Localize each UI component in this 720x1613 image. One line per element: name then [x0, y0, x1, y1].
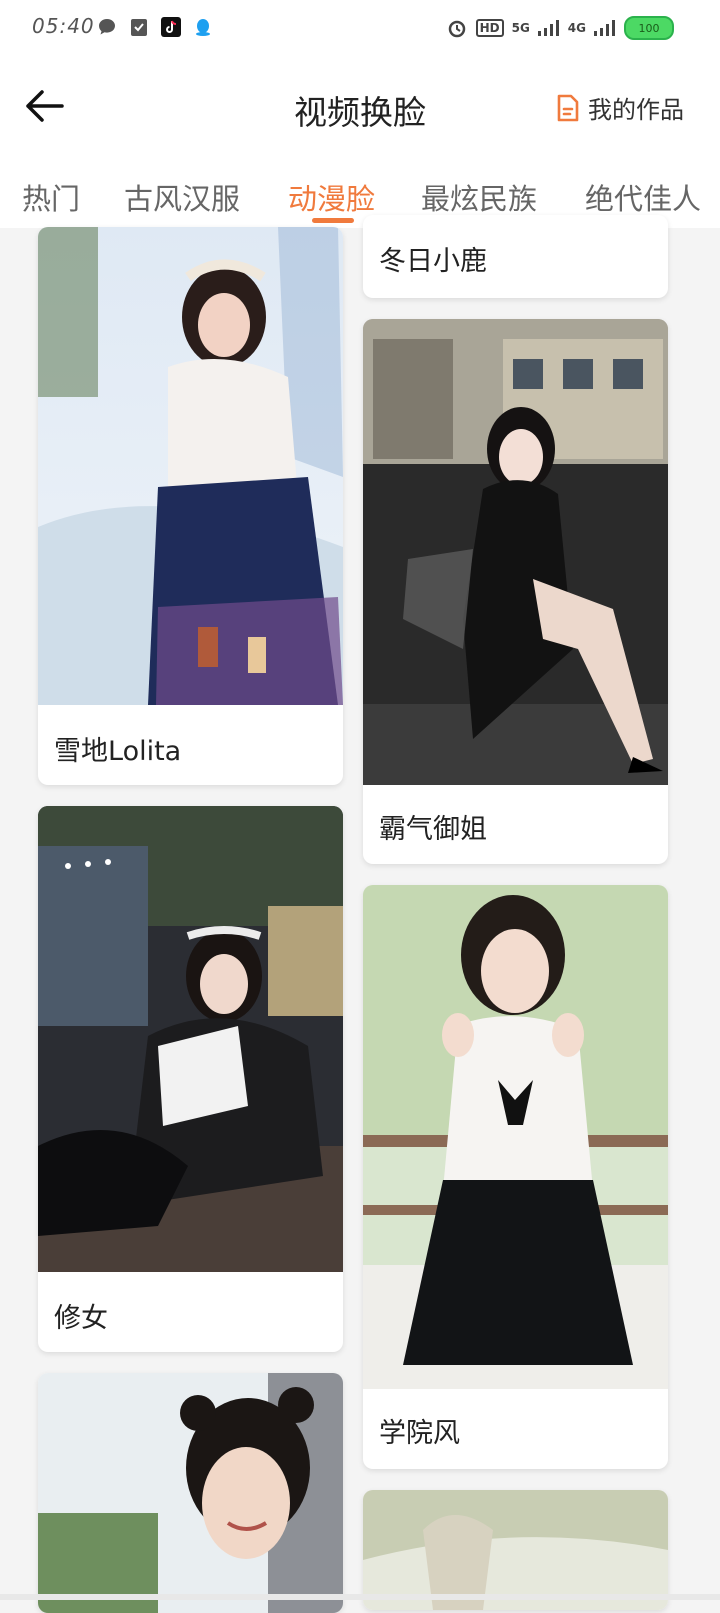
- template-card[interactable]: 冬日小鹿: [363, 215, 668, 298]
- template-thumbnail: [38, 806, 343, 1272]
- template-thumbnail: [363, 1490, 668, 1610]
- my-works-label: 我的作品: [588, 96, 684, 124]
- template-card[interactable]: 霸气御姐: [363, 319, 668, 864]
- network-5g: 5G: [511, 21, 530, 35]
- checkbox-icon: [128, 16, 150, 38]
- system-icons: HD 5G 4G 100: [446, 16, 674, 40]
- app-header: 视频换脸 我的作品: [0, 56, 720, 162]
- template-thumbnail: [38, 227, 343, 705]
- battery-icon: 100: [624, 16, 674, 40]
- template-title: 霸气御姐: [379, 814, 487, 845]
- my-works-button[interactable]: 我的作品: [556, 90, 684, 125]
- network-4g: 4G: [567, 21, 586, 35]
- chat-icon: [96, 16, 118, 38]
- template-title: 冬日小鹿: [379, 246, 487, 277]
- template-thumbnail: [363, 885, 668, 1389]
- notification-icons: [96, 16, 214, 38]
- bottom-edge: [0, 1594, 720, 1600]
- tab-hot[interactable]: 热门: [22, 176, 80, 218]
- template-card[interactable]: 修女: [38, 806, 343, 1352]
- tab-ancient-hanfu[interactable]: 古风汉服: [124, 176, 240, 218]
- signal-icon-2: [594, 20, 615, 36]
- alarm-icon: [446, 17, 468, 39]
- tiktok-icon: [160, 16, 182, 38]
- tab-ethnic[interactable]: 最炫民族: [421, 176, 537, 218]
- status-time: 05:40: [32, 14, 95, 38]
- template-thumbnail: [38, 1373, 343, 1613]
- tab-beauty[interactable]: 绝代佳人: [585, 176, 701, 218]
- template-title: 学院风: [379, 1418, 460, 1449]
- active-tab-indicator: [312, 218, 354, 223]
- template-title: 修女: [54, 1303, 108, 1334]
- template-thumbnail: [363, 319, 668, 785]
- template-card[interactable]: [38, 1373, 343, 1613]
- battery-level: 100: [638, 21, 660, 35]
- template-card[interactable]: 学院风: [363, 885, 668, 1469]
- signal-icon: [537, 20, 559, 36]
- hd-label: HD: [475, 19, 504, 37]
- template-title: 雪地Lolita: [54, 736, 182, 767]
- status-bar: 05:40 HD 5G 4G 100: [0, 0, 720, 56]
- template-card[interactable]: [363, 1490, 668, 1610]
- tab-anime-face[interactable]: 动漫脸: [288, 176, 375, 218]
- template-card[interactable]: 雪地Lolita: [38, 227, 343, 785]
- qq-icon: [192, 16, 214, 38]
- document-icon: [557, 94, 579, 121]
